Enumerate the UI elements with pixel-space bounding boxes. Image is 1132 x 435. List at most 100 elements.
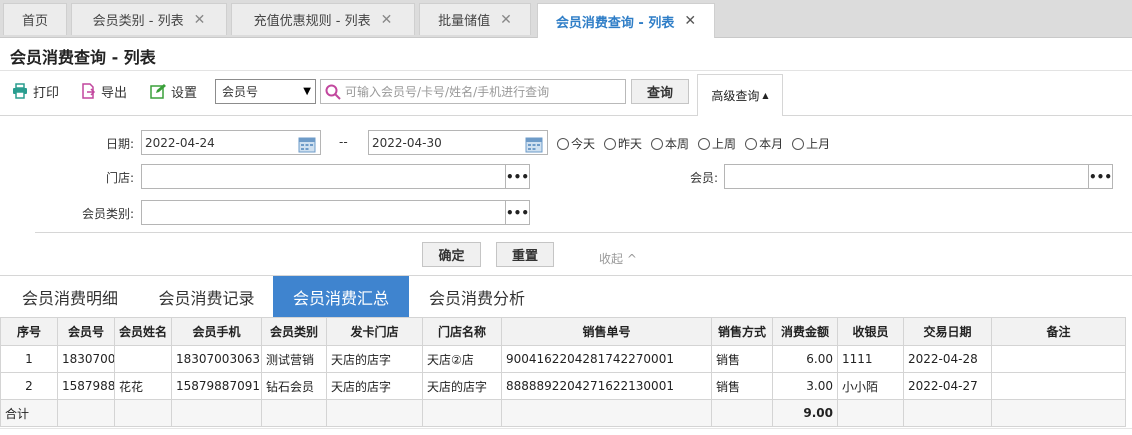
column-header[interactable]: 发卡门店 [326, 317, 423, 346]
caret-up-icon: ▲ [762, 91, 769, 100]
table-cell [114, 345, 172, 373]
column-header[interactable]: 交易日期 [903, 317, 992, 346]
table-cell: 天店的店字 [326, 345, 423, 373]
radio-label: 今天 [571, 137, 596, 151]
close-icon[interactable]: ✕ [684, 13, 696, 29]
category-input[interactable]: ••• [141, 200, 530, 225]
tab-label: 会员消费查询 - 列表 [555, 15, 675, 31]
date-to-value: 2022-04-30 [372, 135, 442, 150]
column-header[interactable]: 销售单号 [501, 317, 712, 346]
export-label: 导出 [101, 85, 128, 101]
more-icon[interactable]: ••• [1088, 165, 1112, 188]
table-cell: 3.00 [772, 372, 838, 400]
category-label: 会员类别: [81, 207, 134, 221]
table-cell: 销售 [711, 372, 773, 400]
radio-last-week[interactable]: 上周 [698, 135, 736, 152]
table-cell: 6.00 [772, 345, 838, 373]
calendar-icon[interactable] [522, 132, 546, 155]
subtab-records[interactable]: 会员消费记录 [140, 276, 273, 317]
page-title: 会员消费查询 - 列表 [10, 48, 156, 67]
chevron-down-icon: ▼ [303, 86, 311, 97]
collapse-link[interactable]: 收起 ^ [599, 250, 637, 267]
table-cell: 1111 [837, 345, 904, 373]
column-header[interactable]: 序号 [0, 317, 58, 346]
subtab-detail[interactable]: 会员消费明细 [0, 276, 140, 317]
store-input[interactable]: ••• [141, 164, 530, 189]
radio-label: 本月 [759, 137, 784, 151]
close-icon[interactable]: ✕ [194, 12, 206, 28]
advanced-query-toggle[interactable]: 高级查询 ▲ [697, 74, 783, 116]
subtab-analysis[interactable]: 会员消费分析 [409, 276, 545, 317]
table-cell: 2 [0, 372, 58, 400]
store-label: 门店: [105, 171, 134, 185]
tab-label: 会员类别 - 列表 [92, 14, 184, 29]
table-cell: 天店②店 [422, 345, 502, 373]
table-cell: 18307003063 [171, 345, 262, 373]
table-row[interactable]: 1 18307003063 18307003063 测试营销 天店的店字 天店②… [0, 345, 1126, 373]
calendar-icon[interactable] [295, 132, 319, 155]
quick-range-group: 今天 昨天 本周 上周 本月 上月 [557, 135, 830, 152]
radio-this-week[interactable]: 本周 [651, 135, 689, 152]
tab-batch-deposit[interactable]: 批量储值 ✕ [419, 3, 531, 35]
date-from-input[interactable]: 2022-04-24 [141, 130, 321, 155]
reset-button[interactable]: 重置 [496, 242, 554, 267]
subtab-summary[interactable]: 会员消费汇总 [273, 276, 409, 317]
table-cell: 天店的店字 [422, 372, 502, 400]
member-input[interactable]: ••• [724, 164, 1113, 189]
column-header[interactable]: 门店名称 [422, 317, 502, 346]
tab-member-consumption[interactable]: 会员消费查询 - 列表 ✕ [537, 3, 715, 38]
column-header[interactable]: 会员姓名 [114, 317, 172, 346]
radio-label: 昨天 [618, 137, 643, 151]
radio-today[interactable]: 今天 [557, 135, 595, 152]
member-label: 会员: [689, 171, 718, 185]
search-placeholder: 可输入会员号/卡号/姓名/手机进行查询 [345, 85, 550, 99]
tab-label: 首页 [21, 14, 48, 29]
tab-home[interactable]: 首页 [3, 3, 67, 35]
column-header[interactable]: 收银员 [837, 317, 904, 346]
date-to-input[interactable]: 2022-04-30 [368, 130, 548, 155]
table-cell: 2022-04-27 [903, 372, 992, 400]
column-header[interactable]: 会员手机 [171, 317, 262, 346]
table-cell: 2022-04-28 [903, 345, 992, 373]
search-input[interactable]: 可输入会员号/卡号/姓名/手机进行查询 [320, 79, 626, 104]
table-cell: 钻石会员 [261, 372, 327, 400]
column-header[interactable]: 会员类别 [261, 317, 327, 346]
column-header[interactable]: 消费金额 [772, 317, 838, 346]
table-cell: 天店的店字 [326, 372, 423, 400]
export-button[interactable]: 导出 [80, 80, 127, 102]
table-cell: 1 [0, 345, 58, 373]
more-icon[interactable]: ••• [505, 165, 529, 188]
export-icon [82, 83, 96, 99]
summary-row: 合计 9.00 [0, 399, 1126, 427]
table-row[interactable]: 2 15879887091 花花 15879887091 钻石会员 天店的店字 … [0, 372, 1126, 400]
divider [0, 70, 1132, 71]
table-cell: 15879887091 [57, 372, 115, 400]
close-icon[interactable]: ✕ [500, 12, 512, 28]
select-value: 会员号 [222, 85, 259, 99]
query-button[interactable]: 查询 [631, 79, 689, 104]
date-from-value: 2022-04-24 [145, 135, 215, 150]
confirm-button[interactable]: 确定 [422, 242, 481, 267]
radio-circle [792, 137, 805, 150]
radio-circle [604, 137, 617, 150]
more-icon[interactable]: ••• [505, 201, 529, 224]
radio-yesterday[interactable]: 昨天 [604, 135, 642, 152]
close-icon[interactable]: ✕ [381, 12, 393, 28]
search-field-select[interactable]: 会员号 ▼ [215, 79, 316, 104]
radio-last-month[interactable]: 上月 [792, 135, 830, 152]
table-cell: 900416220428174227000​1 [501, 345, 712, 373]
table-cell: 18307003063 [57, 345, 115, 373]
radio-this-month[interactable]: 本月 [745, 135, 783, 152]
print-label: 打印 [33, 85, 60, 101]
column-header[interactable]: 销售方式 [711, 317, 773, 346]
divider [35, 232, 1132, 233]
table-header: 序号 会员号 会员姓名 会员手机 会员类别 发卡门店 门店名称 销售单号 销售方… [0, 317, 1126, 346]
tab-recharge-rules[interactable]: 充值优惠规则 - 列表 ✕ [231, 3, 415, 35]
column-header[interactable]: 会员号 [57, 317, 115, 346]
tab-member-category[interactable]: 会员类别 - 列表 ✕ [71, 3, 227, 35]
settings-button[interactable]: 设置 [150, 80, 197, 102]
date-separator: -- [339, 135, 348, 149]
column-header[interactable]: 备注 [991, 317, 1126, 346]
print-button[interactable]: 打印 [12, 80, 59, 102]
radio-label: 上周 [712, 137, 737, 151]
